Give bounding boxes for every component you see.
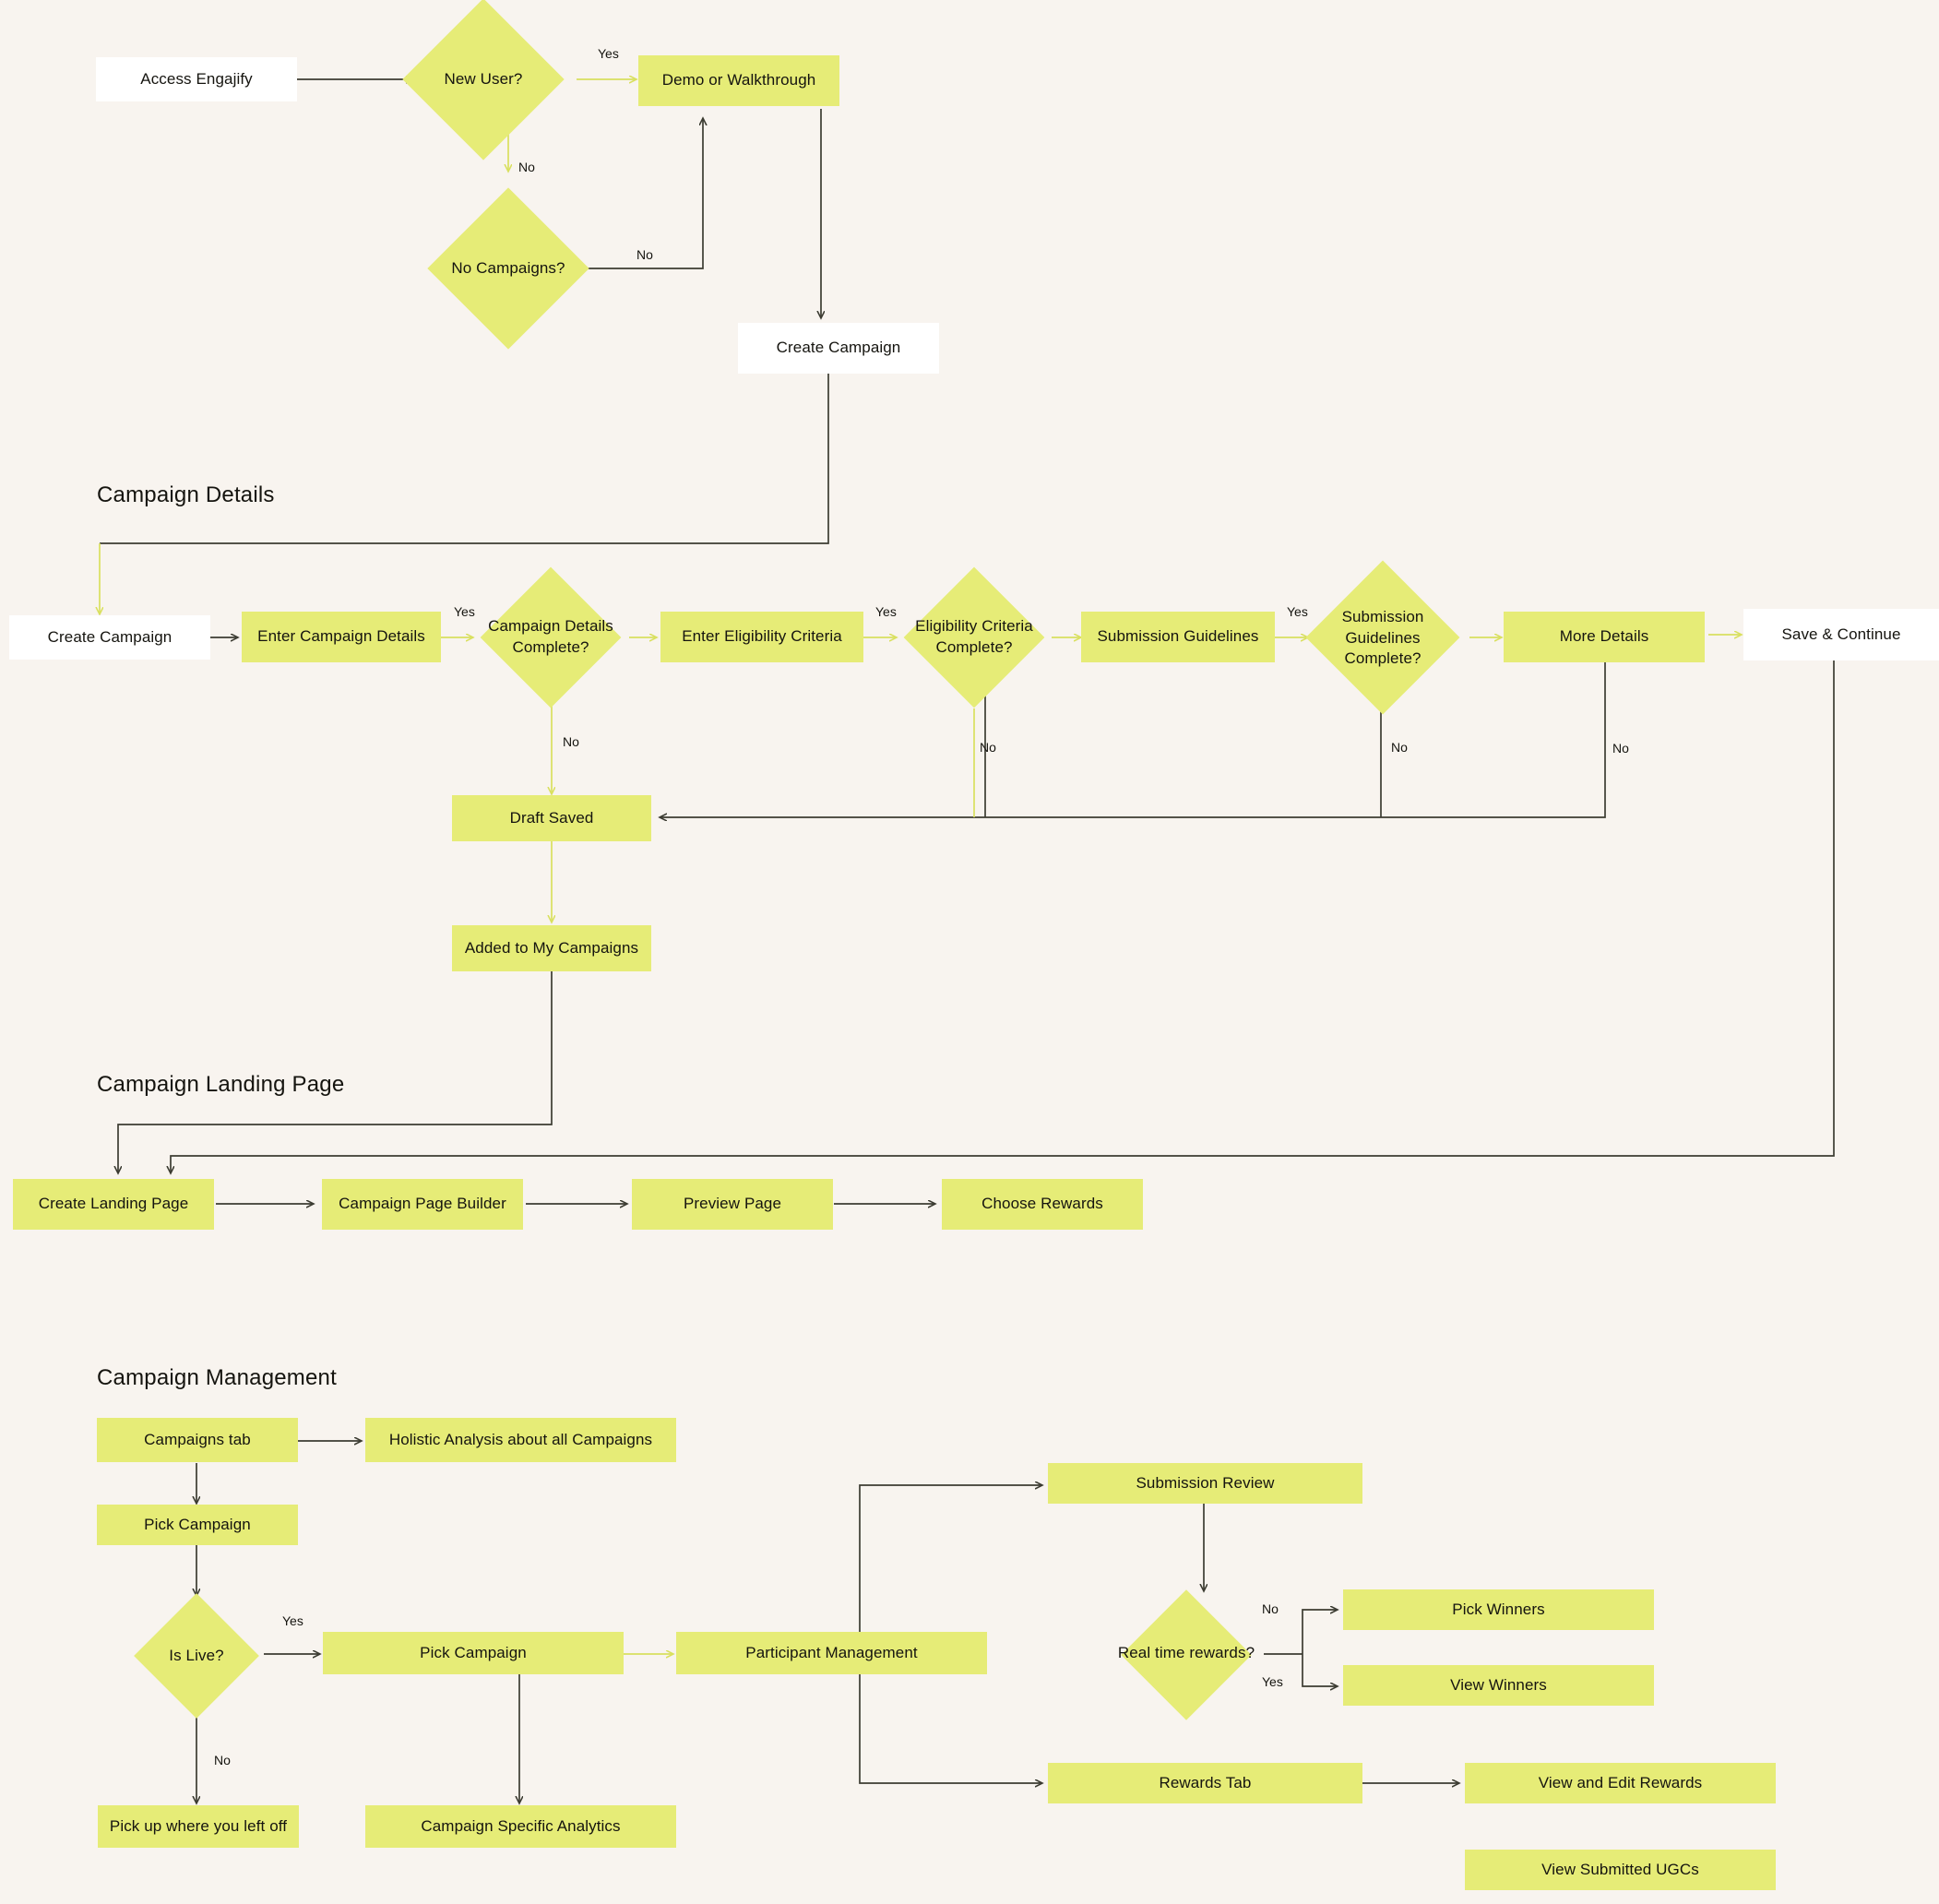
edge-label-eligibility-yes: Yes (875, 604, 897, 619)
edge-label-no-campaigns-no: No (636, 247, 653, 262)
node-label: Preview Page (683, 1195, 782, 1213)
edge-label-more-details-no: No (1612, 741, 1629, 756)
section-title-campaign-details: Campaign Details (97, 482, 275, 507)
node-enter-campaign-details[interactable]: Enter Campaign Details (242, 612, 441, 662)
node-label: Enter Eligibility Criteria (682, 627, 842, 646)
node-label: Create Landing Page (38, 1195, 189, 1213)
node-pick-campaign-live[interactable]: Pick Campaign (323, 1632, 624, 1674)
node-pick-up-where-you-left-off[interactable]: Pick up where you left off (98, 1805, 299, 1848)
node-label: Campaign Specific Analytics (421, 1816, 621, 1835)
node-label: View Submitted UGCs (1541, 1860, 1699, 1878)
edge-label-new-user-no: No (518, 160, 535, 174)
node-added-to-my-campaigns[interactable]: Added to My Campaigns (452, 925, 651, 971)
node-label: Pick Winners (1452, 1600, 1545, 1618)
node-preview-page[interactable]: Preview Page (632, 1179, 833, 1230)
node-label: Submission Guidelines Complete? (1341, 607, 1424, 668)
node-create-campaign[interactable]: Create Campaign (9, 615, 210, 660)
node-label: Rewards Tab (1159, 1773, 1252, 1791)
edge-label-campaign-details-yes: Yes (454, 604, 475, 619)
node-label: Campaign Details Complete? (488, 617, 613, 656)
node-participant-management[interactable]: Participant Management (676, 1632, 987, 1674)
node-demo-or-walkthrough[interactable]: Demo or Walkthrough (638, 55, 839, 106)
edge-label-new-user-yes: Yes (598, 46, 619, 61)
section-title-campaign-landing-page: Campaign Landing Page (97, 1072, 345, 1097)
node-choose-rewards[interactable]: Choose Rewards (942, 1179, 1143, 1230)
node-label: Pick Campaign (144, 1515, 251, 1533)
node-no-campaigns[interactable]: No Campaigns? (426, 187, 590, 350)
section-title-campaign-management: Campaign Management (97, 1365, 337, 1390)
node-enter-eligibility-criteria[interactable]: Enter Eligibility Criteria (660, 612, 863, 662)
edge-label-submission-guidelines-no: No (1391, 740, 1408, 755)
edge-label-is-live-no: No (214, 1753, 231, 1767)
node-view-submitted-ugcs[interactable]: View Submitted UGCs (1465, 1850, 1776, 1890)
node-label: No Campaigns? (451, 258, 565, 277)
node-label: View and Edit Rewards (1538, 1773, 1703, 1791)
node-label: Enter Campaign Details (257, 627, 425, 646)
node-label: Campaign Page Builder (339, 1195, 506, 1213)
node-draft-saved[interactable]: Draft Saved (452, 795, 651, 841)
node-campaign-details-complete[interactable]: Campaign Details Complete? (473, 566, 628, 708)
node-label: Access Engajify (140, 69, 253, 88)
node-label: Draft Saved (509, 808, 594, 827)
node-submission-review[interactable]: Submission Review (1048, 1463, 1362, 1504)
node-label: Submission Guidelines (1097, 627, 1259, 646)
node-real-time-rewards[interactable]: Real time rewards? (1103, 1589, 1269, 1720)
node-is-live[interactable]: Is Live? (114, 1593, 279, 1719)
edge-label-eligibility-no: No (980, 740, 996, 755)
node-pick-winners[interactable]: Pick Winners (1343, 1589, 1654, 1630)
node-rewards-tab[interactable]: Rewards Tab (1048, 1763, 1362, 1803)
node-campaign-specific-analytics[interactable]: Campaign Specific Analytics (365, 1805, 676, 1848)
node-label: Real time rewards? (1117, 1643, 1255, 1661)
node-pick-campaign[interactable]: Pick Campaign (97, 1505, 298, 1545)
node-more-details[interactable]: More Details (1504, 612, 1705, 662)
node-label: Participant Management (745, 1643, 918, 1661)
node-create-landing-page[interactable]: Create Landing Page (13, 1179, 214, 1230)
node-label: Pick up where you left off (109, 1816, 288, 1835)
edge-label-is-live-yes: Yes (282, 1613, 303, 1628)
node-label: Is Live? (169, 1646, 224, 1664)
flowchart-canvas: Access Engajify New User? Demo or Walkth… (0, 0, 1939, 1904)
node-campaign-page-builder[interactable]: Campaign Page Builder (322, 1179, 523, 1230)
node-label: Added to My Campaigns (464, 938, 639, 957)
node-label: Demo or Walkthrough (661, 71, 816, 89)
node-label: Create Campaign (776, 339, 901, 357)
edge-label-real-time-yes: Yes (1262, 1674, 1283, 1689)
node-new-user[interactable]: New User? (402, 0, 565, 161)
edge-label-campaign-details-no: No (563, 734, 579, 749)
node-label: Pick Campaign (420, 1643, 527, 1661)
node-view-and-edit-rewards[interactable]: View and Edit Rewards (1465, 1763, 1776, 1803)
node-label: Campaigns tab (144, 1430, 251, 1448)
node-holistic-analysis[interactable]: Holistic Analysis about all Campaigns (365, 1418, 676, 1462)
node-submission-guidelines-complete[interactable]: Submission Guidelines Complete? (1305, 560, 1460, 716)
edge-label-real-time-no: No (1262, 1601, 1279, 1616)
node-label: More Details (1559, 627, 1649, 646)
edge-label-submission-guidelines-yes: Yes (1287, 604, 1308, 619)
node-label: Choose Rewards (981, 1195, 1103, 1213)
node-label: Submission Review (1136, 1473, 1275, 1492)
node-save-continue[interactable]: Save & Continue (1743, 609, 1939, 660)
node-label: View Winners (1450, 1675, 1547, 1694)
node-eligibility-criteria-complete[interactable]: Eligibility Criteria Complete? (897, 566, 1052, 708)
node-access-engajify[interactable]: Access Engajify (96, 57, 297, 101)
node-create-campaign-top[interactable]: Create Campaign (738, 323, 939, 374)
node-label: Holistic Analysis about all Campaigns (388, 1430, 653, 1448)
node-submission-guidelines[interactable]: Submission Guidelines (1081, 612, 1275, 662)
node-campaigns-tab[interactable]: Campaigns tab (97, 1418, 298, 1462)
node-label: Eligibility Criteria Complete? (915, 617, 1033, 656)
node-label: Create Campaign (47, 627, 172, 646)
node-label: Save & Continue (1781, 625, 1901, 643)
node-view-winners[interactable]: View Winners (1343, 1665, 1654, 1706)
node-label: New User? (444, 69, 523, 88)
